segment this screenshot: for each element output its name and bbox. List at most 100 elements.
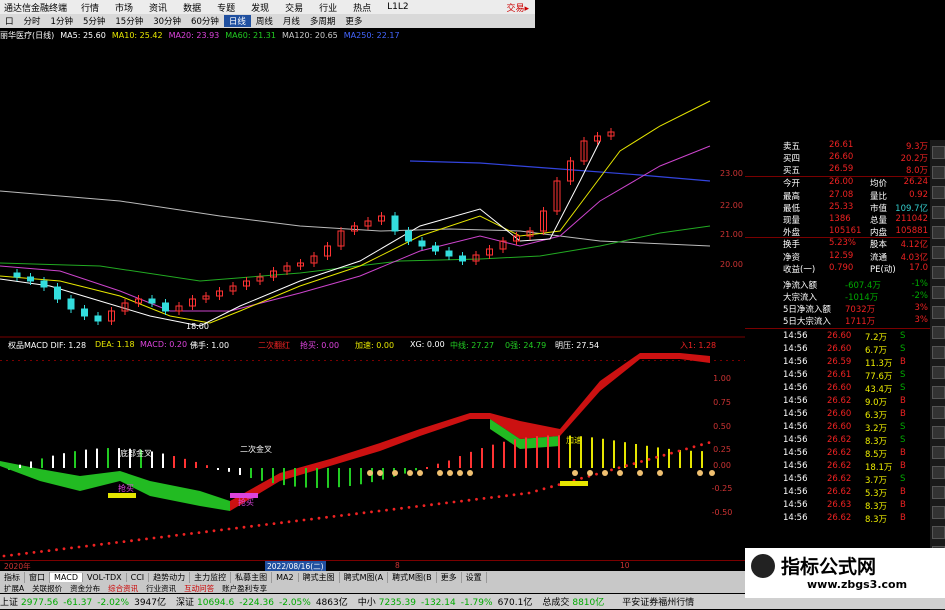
period-11[interactable]: 更多 (340, 15, 367, 27)
period-2[interactable]: 1分钟 (46, 15, 78, 27)
ma-label-4: MA120: 20.65 (281, 30, 338, 40)
tab-11[interactable]: 聘式M图(B (388, 571, 437, 583)
candle (13, 272, 21, 278)
tab-10[interactable]: 聘式M图(A (340, 571, 389, 583)
menu-l1l2[interactable]: L1L2 (379, 2, 416, 12)
tool-icon-10[interactable] (932, 346, 945, 359)
signal-dot (632, 462, 636, 465)
indicator-label-11: 入1: 1.28 (680, 341, 717, 350)
tab-0[interactable]: 指标 (0, 571, 25, 583)
tick-time: 14:56 (783, 331, 808, 341)
tool-icon-7[interactable] (932, 286, 945, 299)
tool-icon-0[interactable] (932, 146, 945, 159)
menu-quotes[interactable]: 行情 (73, 1, 107, 14)
tool-icon-19[interactable] (932, 526, 945, 539)
tab-8[interactable]: MA2 (272, 572, 299, 582)
macd-bar (635, 444, 637, 468)
tick-row: 14:56 26.60 7.2万 S (745, 331, 930, 343)
tab-1[interactable]: 窗口 (25, 571, 50, 583)
tab-6[interactable]: 主力监控 (190, 571, 232, 583)
kline-chart[interactable]: 23.00 22.00 21.00 20.00 1.00 0.75 0.50 0.25 0.00… (0, 41, 745, 561)
quote-row: 今开 26.00 均价 26.24 (745, 177, 930, 189)
quote-key2: 股本 (870, 240, 888, 251)
period-4[interactable]: 15分钟 (110, 15, 148, 27)
tick-volume: 18.1万 (865, 463, 893, 473)
tool-icon-1[interactable] (932, 166, 945, 179)
tab-4[interactable]: CCI (127, 572, 150, 582)
macd-bar (679, 450, 681, 468)
tool-icon-12[interactable] (932, 386, 945, 399)
tool-icon-17[interactable] (932, 486, 945, 499)
menu-market[interactable]: 市场 (107, 1, 141, 14)
ext-tab-3[interactable]: 综合资讯 (104, 583, 142, 594)
signal-dot (505, 494, 508, 498)
signal-dot (707, 441, 711, 444)
tool-icon-16[interactable] (932, 466, 945, 479)
tool-icon-5[interactable] (932, 246, 945, 259)
ext-tab-6[interactable]: 账户盈利专享 (218, 583, 271, 594)
quote-value: 27.08 (829, 189, 854, 200)
marker-dot (392, 470, 398, 476)
ext-tab-5[interactable]: 互动问答 (180, 583, 218, 594)
tab-9[interactable]: 聘式主图 (299, 571, 340, 583)
marker-dot (617, 470, 623, 476)
ext-tab-1[interactable]: 关联报价 (28, 583, 66, 594)
signal-dot (115, 541, 118, 544)
menu-trade[interactable]: 交易 (277, 1, 311, 14)
macd-axis-label: 0.25 (713, 445, 731, 454)
tool-icon-15[interactable] (932, 446, 945, 459)
ext-tab-4[interactable]: 行业资讯 (142, 583, 180, 594)
period-1[interactable]: 分时 (19, 15, 46, 27)
period-6[interactable]: 60分钟 (186, 15, 224, 27)
tool-icon-8[interactable] (932, 306, 945, 319)
macd-bar (701, 451, 703, 468)
macd-bar (96, 448, 98, 468)
menu-topics[interactable]: 专题 (209, 1, 243, 14)
menu-industry[interactable]: 行业 (311, 1, 345, 14)
ext-tab-2[interactable]: 资金分布 (66, 583, 104, 594)
trade-button[interactable]: 交易▸ (506, 1, 535, 14)
menu-news[interactable]: 资讯 (141, 1, 175, 14)
macd-bar (162, 453, 164, 468)
index-change: -224.36 (239, 598, 274, 608)
tool-icon-13[interactable] (932, 406, 945, 419)
tab-2[interactable]: MACD (50, 572, 83, 582)
tab-12[interactable]: 更多 (437, 571, 462, 583)
tab-7[interactable]: 私募主图 (231, 571, 273, 583)
price-axis-label: 23.00 (720, 169, 743, 178)
signal-dot (242, 525, 246, 529)
tick-volume: 7.2万 (865, 333, 888, 343)
period-9[interactable]: 月线 (278, 15, 305, 27)
tab-13[interactable]: 设置 (462, 571, 487, 583)
period-8[interactable]: 周线 (251, 15, 278, 27)
date-label-4: 10 (620, 561, 630, 570)
tool-icon-6[interactable] (932, 266, 945, 279)
tab-5[interactable]: 趋势动力 (149, 571, 191, 583)
menu-discover[interactable]: 发现 (243, 1, 277, 14)
tool-icon-4[interactable] (932, 226, 945, 239)
tab-3[interactable]: VOL-TDX (83, 572, 127, 582)
period-5[interactable]: 30分钟 (148, 15, 186, 27)
tick-volume: 8.3万 (865, 515, 888, 525)
ext-tab-0[interactable]: 扩展A (0, 583, 28, 594)
period-7[interactable]: 日线 (223, 15, 251, 27)
macd-bar (459, 456, 461, 468)
macd-bar (52, 455, 54, 468)
signal-dot (647, 458, 651, 461)
menu-hot[interactable]: 热点 (345, 1, 379, 14)
tool-icon-18[interactable] (932, 506, 945, 519)
tool-icon-14[interactable] (932, 426, 945, 439)
menu-data[interactable]: 数据 (175, 1, 209, 14)
tool-icon-2[interactable] (932, 186, 945, 199)
tool-icon-9[interactable] (932, 326, 945, 339)
period-0[interactable]: 口 (0, 15, 19, 27)
marker-dot (587, 470, 593, 476)
signal-dot (700, 443, 703, 447)
tick-price: 26.60 (827, 383, 852, 393)
tool-icon-11[interactable] (932, 366, 945, 379)
tool-icon-3[interactable] (932, 206, 945, 219)
period-3[interactable]: 5分钟 (78, 15, 110, 27)
period-10[interactable]: 多周期 (305, 15, 341, 27)
quote-row: 现量 1386 总量 211042 (745, 214, 930, 226)
signal-dot (55, 548, 58, 552)
